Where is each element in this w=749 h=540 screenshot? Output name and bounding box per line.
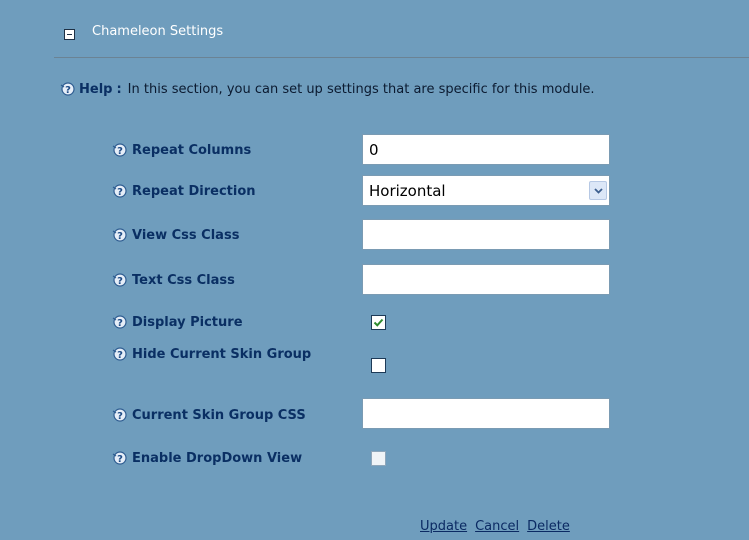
svg-text:?: ? xyxy=(117,350,123,361)
svg-text:?: ? xyxy=(117,146,123,157)
repeat-direction-select[interactable]: Horizontal xyxy=(362,175,610,206)
field-label-hide-current-skin-group: ? Hide Current Skin Group xyxy=(112,345,311,363)
field-label-repeat-columns: ? Repeat Columns xyxy=(112,141,251,159)
field-label-view-css-class: ? View Css Class xyxy=(112,226,239,244)
select-value: Horizontal xyxy=(369,182,446,200)
action-links: Update Cancel Delete xyxy=(420,519,578,534)
field-label-text: Text Css Class xyxy=(132,272,235,288)
help-line: ? Help : In this section, you can set up… xyxy=(60,80,595,98)
svg-text:?: ? xyxy=(117,411,123,422)
help-question-icon[interactable]: ? xyxy=(60,82,75,96)
enable-dropdown-view-checkbox[interactable] xyxy=(371,451,386,466)
field-label-text: Enable DropDown View xyxy=(132,450,303,466)
help-question-icon[interactable]: ? xyxy=(112,184,127,198)
field-label-text: Current Skin Group CSS xyxy=(132,407,306,423)
svg-text:?: ? xyxy=(117,454,123,465)
section-header: Chameleon Settings xyxy=(0,0,749,58)
field-label-current-skin-group-css: ? Current Skin Group CSS xyxy=(112,406,306,424)
section-title: Chameleon Settings xyxy=(92,24,224,39)
hide-current-skin-group-checkbox[interactable] xyxy=(371,358,386,373)
help-question-icon[interactable]: ? xyxy=(112,347,127,361)
field-label-text-css-class: ? Text Css Class xyxy=(112,271,235,289)
minus-box-icon[interactable] xyxy=(64,29,75,40)
cancel-link[interactable]: Cancel xyxy=(475,519,519,534)
svg-text:?: ? xyxy=(65,85,71,96)
field-label-text: Repeat Direction xyxy=(132,183,256,199)
svg-text:?: ? xyxy=(117,231,123,242)
repeat-columns-input[interactable] xyxy=(362,134,610,165)
svg-text:?: ? xyxy=(117,318,123,329)
help-question-icon[interactable]: ? xyxy=(112,143,127,157)
delete-link[interactable]: Delete xyxy=(527,519,570,534)
update-link[interactable]: Update xyxy=(420,519,467,534)
help-question-icon[interactable]: ? xyxy=(112,228,127,242)
text-css-class-input[interactable] xyxy=(362,264,610,295)
field-label-text: Display Picture xyxy=(132,314,243,330)
svg-text:?: ? xyxy=(117,276,123,287)
help-colon: : xyxy=(116,81,122,97)
help-text: In this section, you can set up settings… xyxy=(127,81,595,97)
dropdown-button[interactable] xyxy=(589,181,607,200)
field-label-text: Hide Current Skin Group xyxy=(132,346,312,362)
field-label-repeat-direction: ? Repeat Direction xyxy=(112,182,256,200)
field-label-text: View Css Class xyxy=(132,227,240,243)
field-label-display-picture: ? Display Picture xyxy=(112,313,243,331)
current-skin-group-css-input[interactable] xyxy=(362,398,610,429)
display-picture-checkbox[interactable] xyxy=(371,315,386,330)
help-question-icon[interactable]: ? xyxy=(112,273,127,287)
field-label-enable-dropdown-view: ? Enable DropDown View xyxy=(112,449,302,467)
svg-text:?: ? xyxy=(117,187,123,198)
field-label-text: Repeat Columns xyxy=(132,142,252,158)
help-question-icon[interactable]: ? xyxy=(112,315,127,329)
view-css-class-input[interactable] xyxy=(362,219,610,250)
help-question-icon[interactable]: ? xyxy=(112,408,127,422)
header-divider xyxy=(54,57,749,58)
help-label: Help xyxy=(79,81,113,97)
help-question-icon[interactable]: ? xyxy=(112,451,127,465)
